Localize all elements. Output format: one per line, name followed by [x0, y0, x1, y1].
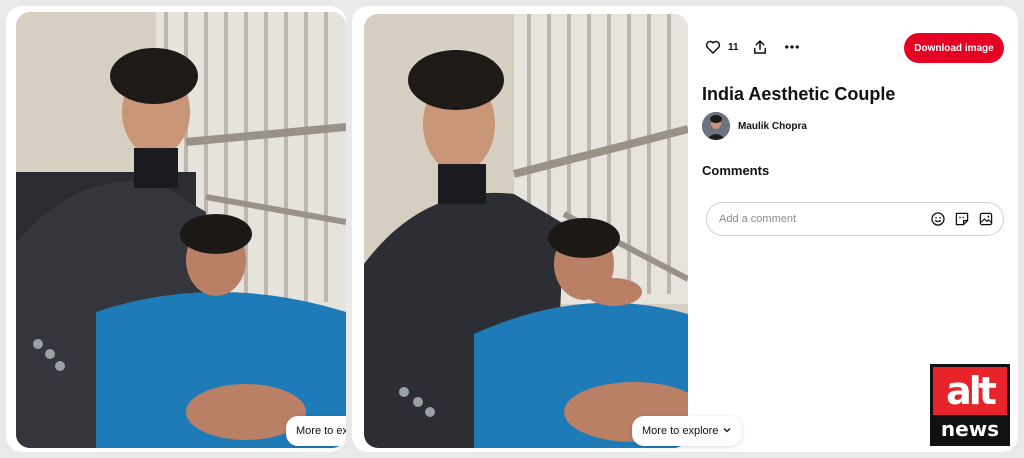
pin-title: India Aesthetic Couple: [702, 84, 896, 104]
pin-image-left[interactable]: [16, 12, 346, 448]
emoji-icon[interactable]: [929, 210, 947, 228]
comment-box: [706, 202, 1004, 236]
image-icon[interactable]: [977, 210, 995, 228]
couple-photo: [364, 14, 688, 448]
watermark-top-text: alt: [946, 369, 997, 413]
author-row[interactable]: Maulik Chopra: [702, 112, 807, 140]
chevron-down-icon: [722, 425, 732, 438]
share-upload-icon[interactable]: [749, 36, 771, 58]
download-image-button[interactable]: Download image: [904, 33, 1004, 63]
more-to-explore-label: More to explore: [642, 425, 719, 437]
watermark-bottom-text: news: [940, 417, 1000, 441]
avatar[interactable]: [702, 112, 730, 140]
heart-icon[interactable]: [702, 36, 724, 58]
comment-tools: [929, 210, 995, 228]
pin-detail-card: More to explore 11 Download image India …: [352, 6, 1018, 452]
alt-news-logo: alt news: [930, 364, 1010, 446]
comment-input[interactable]: [719, 213, 929, 225]
author-name[interactable]: Maulik Chopra: [738, 121, 807, 132]
ellipsis-icon[interactable]: [781, 36, 803, 58]
couple-photo-left: [16, 12, 346, 448]
pin-toolbar: 11: [702, 36, 803, 58]
pin-image[interactable]: [364, 14, 688, 448]
sticker-icon[interactable]: [953, 210, 971, 228]
more-to-explore-label: More to explore: [296, 425, 346, 437]
left-pin-card[interactable]: More to explore: [6, 6, 346, 452]
more-to-explore-button[interactable]: More to explore: [286, 416, 346, 446]
comments-heading: Comments: [702, 163, 770, 178]
like-count: 11: [728, 41, 739, 53]
more-to-explore-button[interactable]: More to explore: [632, 416, 743, 446]
